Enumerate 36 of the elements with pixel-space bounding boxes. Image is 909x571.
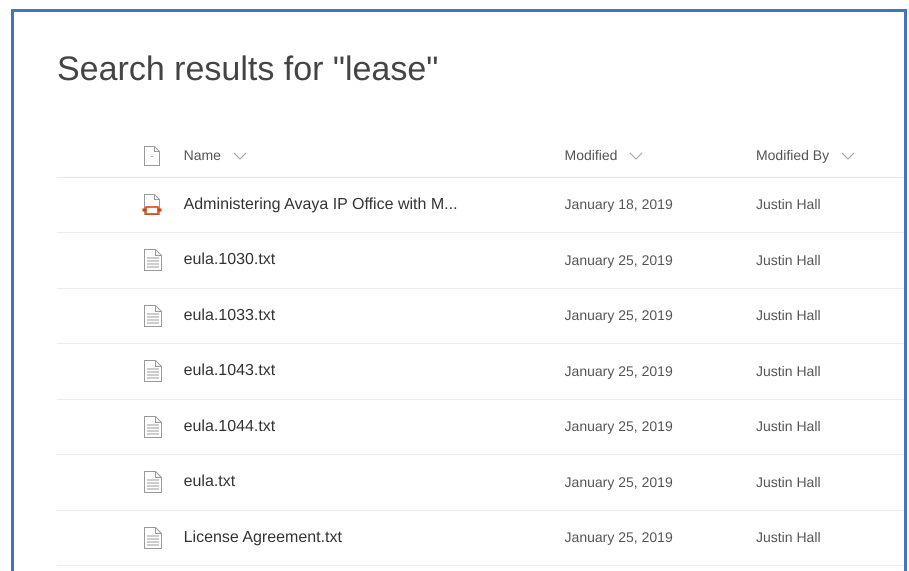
modified-date: January 25, 2019 — [564, 250, 674, 270]
text-file-icon — [144, 304, 162, 327]
modified-date: January 25, 2019 — [564, 362, 674, 381]
modified-date: January 25, 2019 — [564, 306, 674, 326]
file-name-link[interactable]: eula.1044.txt — [184, 414, 565, 439]
pdf-file-icon — [142, 194, 162, 216]
text-file-icon — [144, 360, 162, 382]
text-file-icon — [144, 471, 162, 494]
text-file-icon — [144, 526, 162, 549]
modified-date: January 25, 2019 — [564, 472, 674, 492]
chevron-down-icon — [232, 152, 247, 160]
modified-date: January 18, 2019 — [564, 195, 674, 214]
page-title: Search results for "lease" — [57, 49, 438, 90]
modified-by-name: Justin Hall — [756, 528, 822, 548]
modified-by-name: Justin Hall — [756, 472, 822, 492]
file-name-link[interactable]: eula.txt — [184, 470, 565, 494]
file-name-link[interactable]: eula.1030.txt — [184, 248, 565, 272]
column-header[interactable]: Modified — [564, 134, 756, 176]
file-name-link[interactable]: License Agreement.txt — [184, 526, 565, 550]
modified-by-name: Justin Hall — [756, 250, 822, 270]
modified-by-name: Justin Hall — [756, 362, 822, 381]
modified-date: January 25, 2019 — [564, 528, 674, 548]
modified-by-name: Justin Hall — [756, 417, 822, 436]
text-file-icon — [144, 416, 162, 438]
chevron-down-icon — [629, 152, 644, 160]
column-header[interactable]: Name — [184, 134, 565, 176]
file-name-link[interactable]: eula.1033.txt — [184, 304, 565, 328]
document-icon — [144, 146, 160, 166]
file-name-link[interactable]: eula.1043.txt — [184, 359, 565, 384]
modified-date: January 25, 2019 — [564, 417, 674, 436]
modified-by-name: Justin Hall — [756, 195, 822, 214]
modified-by-name: Justin Hall — [756, 306, 822, 326]
text-file-icon — [144, 249, 162, 272]
file-name-link[interactable]: Administering Avaya IP Office with M... — [184, 192, 565, 217]
chevron-down-icon — [841, 152, 856, 160]
column-header[interactable]: Modified By — [756, 134, 904, 176]
